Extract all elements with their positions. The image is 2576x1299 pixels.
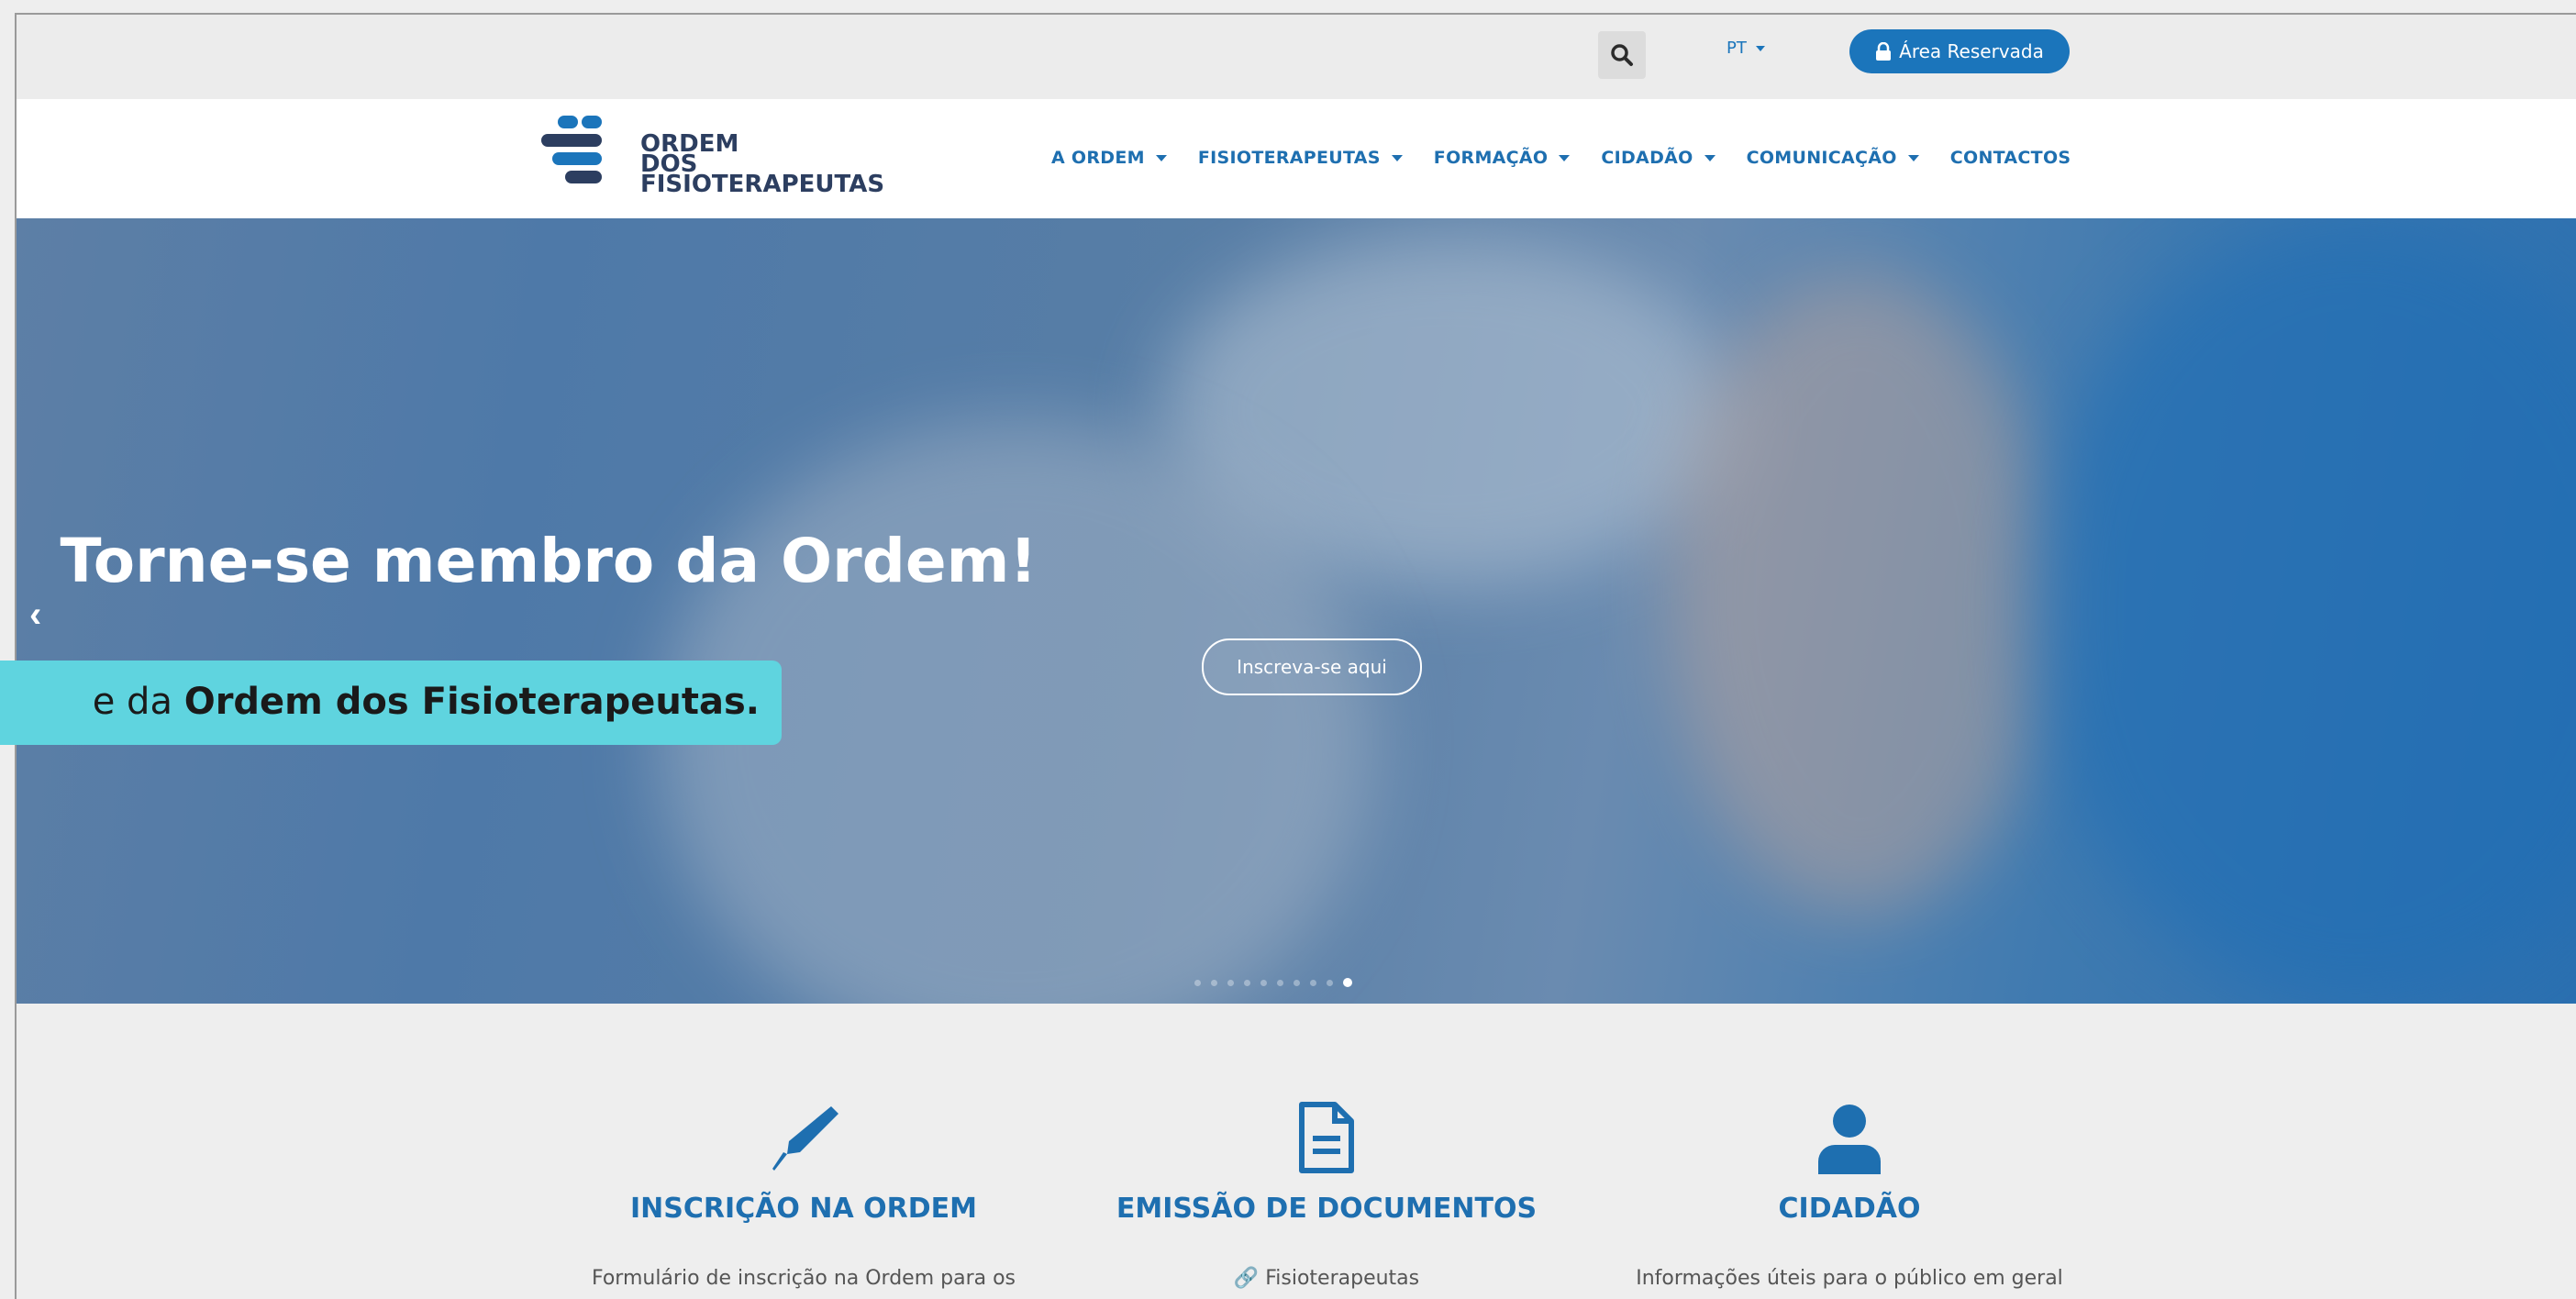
caption-prefix: e da — [92, 681, 184, 723]
carousel-prev-button[interactable]: ‹ — [29, 594, 41, 636]
feature-section: INSCRIÇÃO NA ORDEM Formulário de inscriç… — [17, 1004, 2576, 1299]
chevron-down-icon — [1155, 154, 1167, 161]
carousel-dot[interactable] — [1211, 979, 1217, 986]
hero-background-right — [2035, 218, 2576, 1004]
language-selector[interactable]: PT — [1727, 39, 1765, 58]
pen-icon — [772, 1106, 838, 1171]
nav-item-label: FISIOTERAPEUTAS — [1197, 148, 1381, 168]
feature-description: Formulário de inscrição na Ordem para os — [591, 1267, 1016, 1290]
caption-emphasis: Ordem dos Fisioterapeutas. — [183, 681, 760, 723]
feature-title: INSCRIÇÃO NA ORDEM — [630, 1193, 977, 1225]
search-button[interactable] — [1598, 31, 1646, 79]
nav-item-label: CIDADÃO — [1601, 148, 1693, 168]
feature-registration[interactable]: INSCRIÇÃO NA ORDEM Formulário de inscriç… — [565, 1086, 1042, 1290]
chevron-down-icon — [1391, 154, 1403, 161]
feature-description: Informações úteis para o público em gera… — [1636, 1267, 2063, 1290]
chevron-left-icon: ‹ — [29, 594, 42, 635]
nav-item-comunicacao[interactable]: COMUNICAÇÃO — [1747, 148, 1919, 168]
nav-item-label: CONTACTOS — [1949, 148, 2071, 168]
lock-icon — [1876, 42, 1892, 61]
carousel-dot[interactable] — [1327, 979, 1333, 986]
carousel-dot[interactable] — [1244, 979, 1250, 986]
search-icon — [1611, 44, 1633, 66]
user-icon — [1818, 1105, 1881, 1174]
carousel-dot[interactable] — [1294, 979, 1300, 986]
chevron-down-icon — [1704, 154, 1715, 161]
nav-item-label: A ORDEM — [1051, 148, 1145, 168]
utility-bar: PT Área Reservada — [17, 15, 2576, 99]
language-label: PT — [1727, 39, 1747, 58]
carousel-dot[interactable] — [1194, 979, 1201, 986]
feature-title: EMISSÃO DE DOCUMENTOS — [1116, 1193, 1538, 1225]
feature-title: CIDADÃO — [1778, 1193, 1921, 1225]
nav-item-label: COMUNICAÇÃO — [1746, 148, 1897, 168]
reserved-area-label: Área Reservada — [1899, 40, 2044, 62]
carousel-dot[interactable] — [1227, 979, 1234, 986]
hero-title: Torne-se membro da Ordem! — [60, 526, 1038, 596]
nav-item-fisioterapeutas[interactable]: FISIOTERAPEUTAS — [1198, 148, 1403, 168]
nav-item-a-ordem[interactable]: A ORDEM — [1051, 148, 1167, 168]
nav-item-contactos[interactable]: CONTACTOS — [1950, 148, 2071, 168]
feature-citizen[interactable]: CIDADÃO Informações úteis para o público… — [1611, 1086, 2088, 1290]
chevron-down-icon — [1907, 154, 1919, 161]
carousel-dot[interactable] — [1310, 979, 1316, 986]
carousel-indicators — [1194, 978, 1352, 987]
signup-cta-button[interactable]: Inscreva-se aqui — [1202, 638, 1422, 695]
carousel-dot[interactable] — [1260, 979, 1267, 986]
reserved-area-button[interactable]: Área Reservada — [1849, 29, 2070, 73]
chevron-down-icon — [1559, 154, 1571, 161]
logo-line-3: FISIOTERAPEUTAS — [640, 171, 885, 198]
feature-description: 🔗 Fisioterapeutas — [1233, 1267, 1420, 1290]
nav-item-formacao[interactable]: FORMAÇÃO — [1434, 148, 1571, 168]
caption-overlay: e da Ordem dos Fisioterapeutas. — [0, 661, 782, 745]
hero-carousel: ‹ Torne-se membro da Ordem! Inscreva-se … — [17, 218, 2576, 1004]
logo-mark-icon — [541, 116, 602, 183]
browser-viewport: PT Área Reservada ORDEM DOS FISIOTERAPEU… — [15, 13, 2576, 1299]
primary-nav: A ORDEM FISIOTERAPEUTAS FORMAÇÃO CIDADÃO… — [1051, 148, 2071, 168]
chevron-down-icon — [1755, 45, 1765, 51]
carousel-dot[interactable] — [1277, 979, 1283, 986]
carousel-dot-active[interactable] — [1343, 978, 1352, 987]
document-icon — [1299, 1102, 1354, 1173]
nav-item-cidadao[interactable]: CIDADÃO — [1601, 148, 1715, 168]
feature-documents[interactable]: EMISSÃO DE DOCUMENTOS 🔗 Fisioterapeutas — [1088, 1086, 1565, 1290]
nav-item-label: FORMAÇÃO — [1433, 148, 1549, 168]
